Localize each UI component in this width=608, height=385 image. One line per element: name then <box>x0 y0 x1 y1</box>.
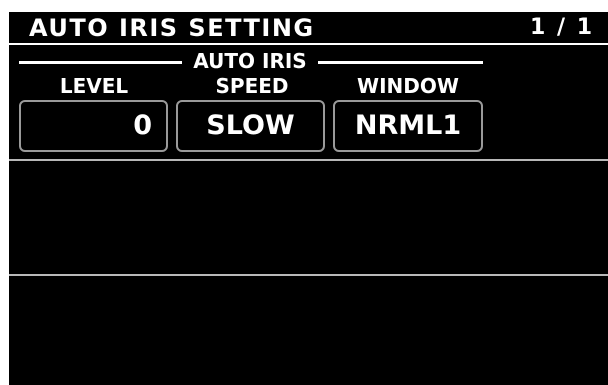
menu-title: AUTO IRIS SETTING <box>29 14 315 42</box>
speed-value-box[interactable]: SLOW <box>176 100 325 152</box>
camera-menu-screen: AUTO IRIS SETTING 1 / 1 AUTO IRIS LEVEL … <box>9 12 608 385</box>
title-bar: AUTO IRIS SETTING 1 / 1 <box>9 12 608 42</box>
window-label: WINDOW <box>357 74 459 98</box>
group-line-left <box>19 61 182 64</box>
speed-label: SPEED <box>215 74 289 98</box>
level-value-box[interactable]: 0 <box>19 100 168 152</box>
row-divider-2 <box>9 274 608 276</box>
level-label: LEVEL <box>59 74 129 98</box>
row-divider-1 <box>9 159 608 161</box>
auto-iris-group-label: AUTO IRIS <box>193 49 307 73</box>
group-line-right <box>318 61 483 64</box>
window-value-box[interactable]: NRML1 <box>333 100 483 152</box>
title-divider <box>9 43 608 45</box>
page-indicator: 1 / 1 <box>530 15 594 40</box>
